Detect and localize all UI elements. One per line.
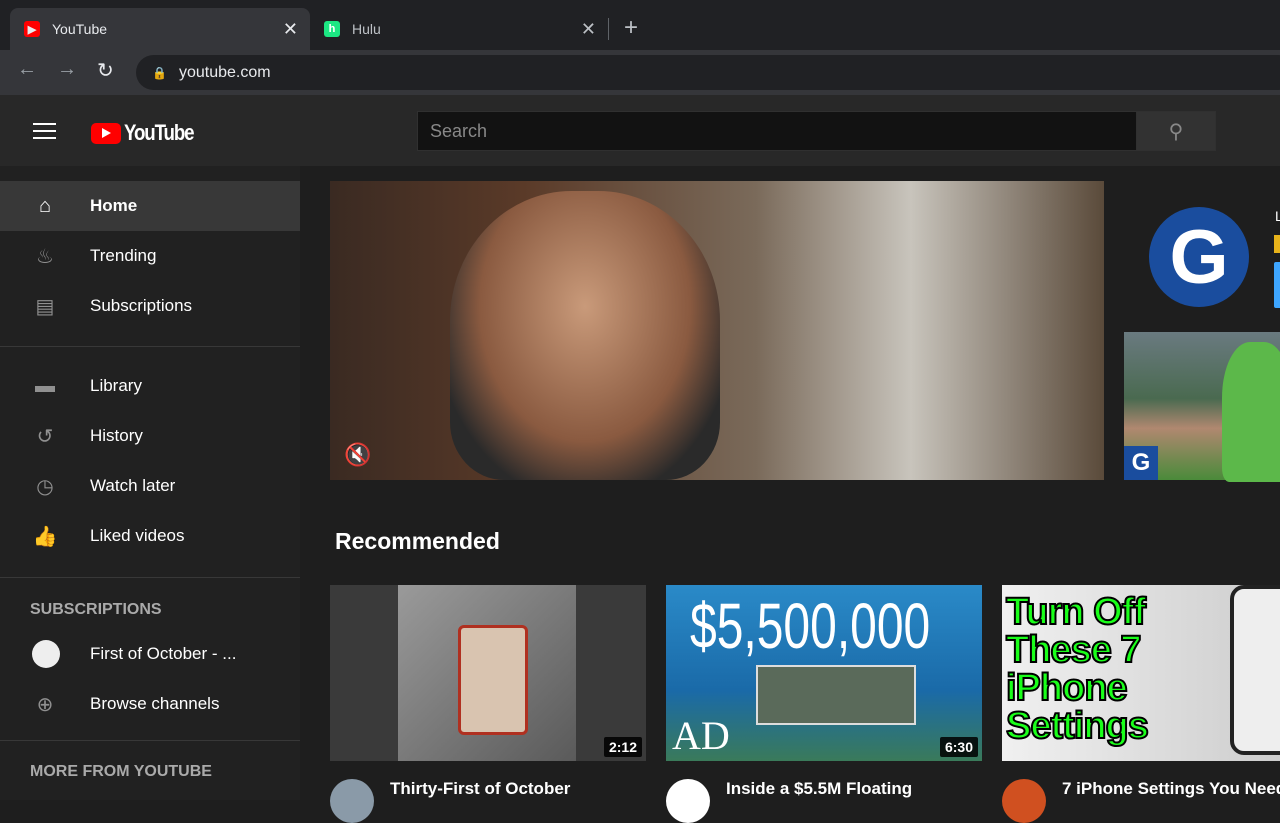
- promo-video[interactable]: 🔇: [330, 181, 1104, 480]
- flame-icon: ♨: [36, 245, 54, 268]
- divider: [0, 740, 300, 741]
- close-tab-icon[interactable]: ✕: [581, 19, 596, 40]
- reload-icon[interactable]: ↻: [97, 58, 114, 83]
- subscriptions-icon: ▤: [35, 295, 55, 318]
- subscriptions-heading: SUBSCRIPTIONS: [30, 601, 162, 618]
- address-bar[interactable]: 🔒 youtube.com: [136, 55, 1280, 90]
- history-icon: ↺: [36, 425, 54, 448]
- gecko-image: [1222, 342, 1280, 482]
- folder-icon: ▬: [35, 374, 55, 397]
- main-content: 🔇 G L G Recommended 2:12 Thirty-First of…: [300, 166, 1280, 823]
- houseboat-image: [756, 665, 916, 725]
- ad-title: L: [1275, 208, 1280, 224]
- tab-divider: [608, 18, 609, 40]
- section-title: Recommended: [335, 528, 500, 554]
- search-icon: ⚲: [1168, 120, 1184, 143]
- video-frame: [450, 191, 720, 480]
- channel-avatar: [32, 640, 60, 668]
- forward-icon[interactable]: →: [57, 58, 77, 81]
- browser-toolbar: ← → ↻ 🔒 youtube.com: [0, 50, 1280, 95]
- tab-hulu[interactable]: h Hulu ✕: [310, 8, 608, 50]
- divider: [0, 346, 300, 347]
- video-title[interactable]: 7 iPhone Settings You Need: [1062, 779, 1280, 823]
- sidebar-item-library[interactable]: ▬ Library: [0, 361, 300, 411]
- brand-logo: AD: [672, 713, 730, 758]
- sidebar-item-browse-channels[interactable]: ⊕ Browse channels: [0, 679, 300, 729]
- sidebar-item-watch-later[interactable]: ◷ Watch later: [0, 461, 300, 511]
- video-title[interactable]: Inside a $5.5M Floating: [726, 779, 912, 823]
- phone-image: [1230, 585, 1280, 755]
- close-tab-icon[interactable]: ✕: [283, 19, 298, 40]
- divider: [0, 577, 300, 578]
- thumbs-up-icon: 👍: [32, 525, 58, 548]
- sidebar-item-home[interactable]: ⌂ Home: [0, 181, 300, 231]
- search-button[interactable]: ⚲: [1136, 111, 1216, 151]
- tab-title: YouTube: [52, 21, 108, 37]
- tab-title: Hulu: [352, 21, 381, 37]
- thumbnail-text: Turn Off These 7 iPhone Settings: [1005, 591, 1150, 747]
- sidebar-subscription-first-of-october[interactable]: First of October - ...: [0, 629, 300, 679]
- play-logo-icon: [91, 122, 121, 144]
- sidebar: ⌂ Home ♨ Trending ▤ Subscriptions ▬ Library …: [0, 166, 300, 800]
- lock-icon: 🔒: [152, 65, 167, 80]
- video-thumbnail[interactable]: $5,500,000 AD 6:30: [666, 585, 982, 761]
- video-card[interactable]: Turn Off These 7 iPhone Settings 6 7 iPh…: [1002, 585, 1280, 823]
- hulu-favicon-icon: h: [324, 21, 340, 37]
- channel-avatar[interactable]: [1002, 779, 1046, 823]
- more-heading: MORE FROM YOUTUBE: [30, 763, 212, 780]
- ad-badge: [1274, 235, 1280, 253]
- sidebar-item-history[interactable]: ↺ History: [0, 411, 300, 461]
- video-thumbnail[interactable]: Turn Off These 7 iPhone Settings 6: [1002, 585, 1280, 761]
- tab-youtube[interactable]: ▶ YouTube ✕: [10, 8, 310, 50]
- sidebar-item-subscriptions[interactable]: ▤ Subscriptions: [0, 281, 300, 331]
- ad-cta-button[interactable]: [1274, 262, 1280, 308]
- channel-avatar[interactable]: [666, 779, 710, 823]
- channel-avatar[interactable]: [330, 779, 374, 823]
- youtube-logo[interactable]: YouTube: [91, 120, 206, 146]
- youtube-header: YouTube ⚲: [0, 95, 1280, 166]
- clock-icon: ◷: [36, 475, 54, 498]
- thumbnail-text: $5,500,000: [690, 590, 931, 662]
- url-text: youtube.com: [178, 63, 271, 81]
- sidebar-item-liked-videos[interactable]: 👍 Liked videos: [0, 511, 300, 561]
- advertiser-logo[interactable]: G: [1149, 207, 1249, 307]
- video-title[interactable]: Thirty-First of October: [390, 779, 570, 823]
- plus-circle-icon: ⊕: [36, 693, 54, 716]
- can-image: [458, 625, 528, 735]
- back-icon[interactable]: ←: [17, 58, 37, 81]
- video-card[interactable]: 2:12 Thirty-First of October: [330, 585, 646, 823]
- mute-icon[interactable]: 🔇: [344, 442, 371, 468]
- search-input[interactable]: [417, 111, 1137, 151]
- home-icon: ⌂: [38, 194, 52, 217]
- ad-thumbnail[interactable]: G: [1124, 332, 1280, 482]
- video-duration: 2:12: [603, 737, 642, 757]
- plus-icon[interactable]: +: [624, 14, 638, 42]
- sidebar-item-trending[interactable]: ♨ Trending: [0, 231, 300, 281]
- tab-bar: ▶ YouTube ✕ h Hulu ✕ +: [0, 0, 1280, 50]
- brand-badge: G: [1124, 446, 1158, 480]
- menu-icon[interactable]: [33, 123, 56, 139]
- youtube-favicon-icon: ▶: [24, 21, 40, 37]
- thumbnail-image: [398, 585, 576, 761]
- video-thumbnail[interactable]: 2:12: [330, 585, 646, 761]
- video-card[interactable]: $5,500,000 AD 6:30 Inside a $5.5M Floati…: [666, 585, 982, 823]
- video-duration: 6:30: [939, 737, 978, 757]
